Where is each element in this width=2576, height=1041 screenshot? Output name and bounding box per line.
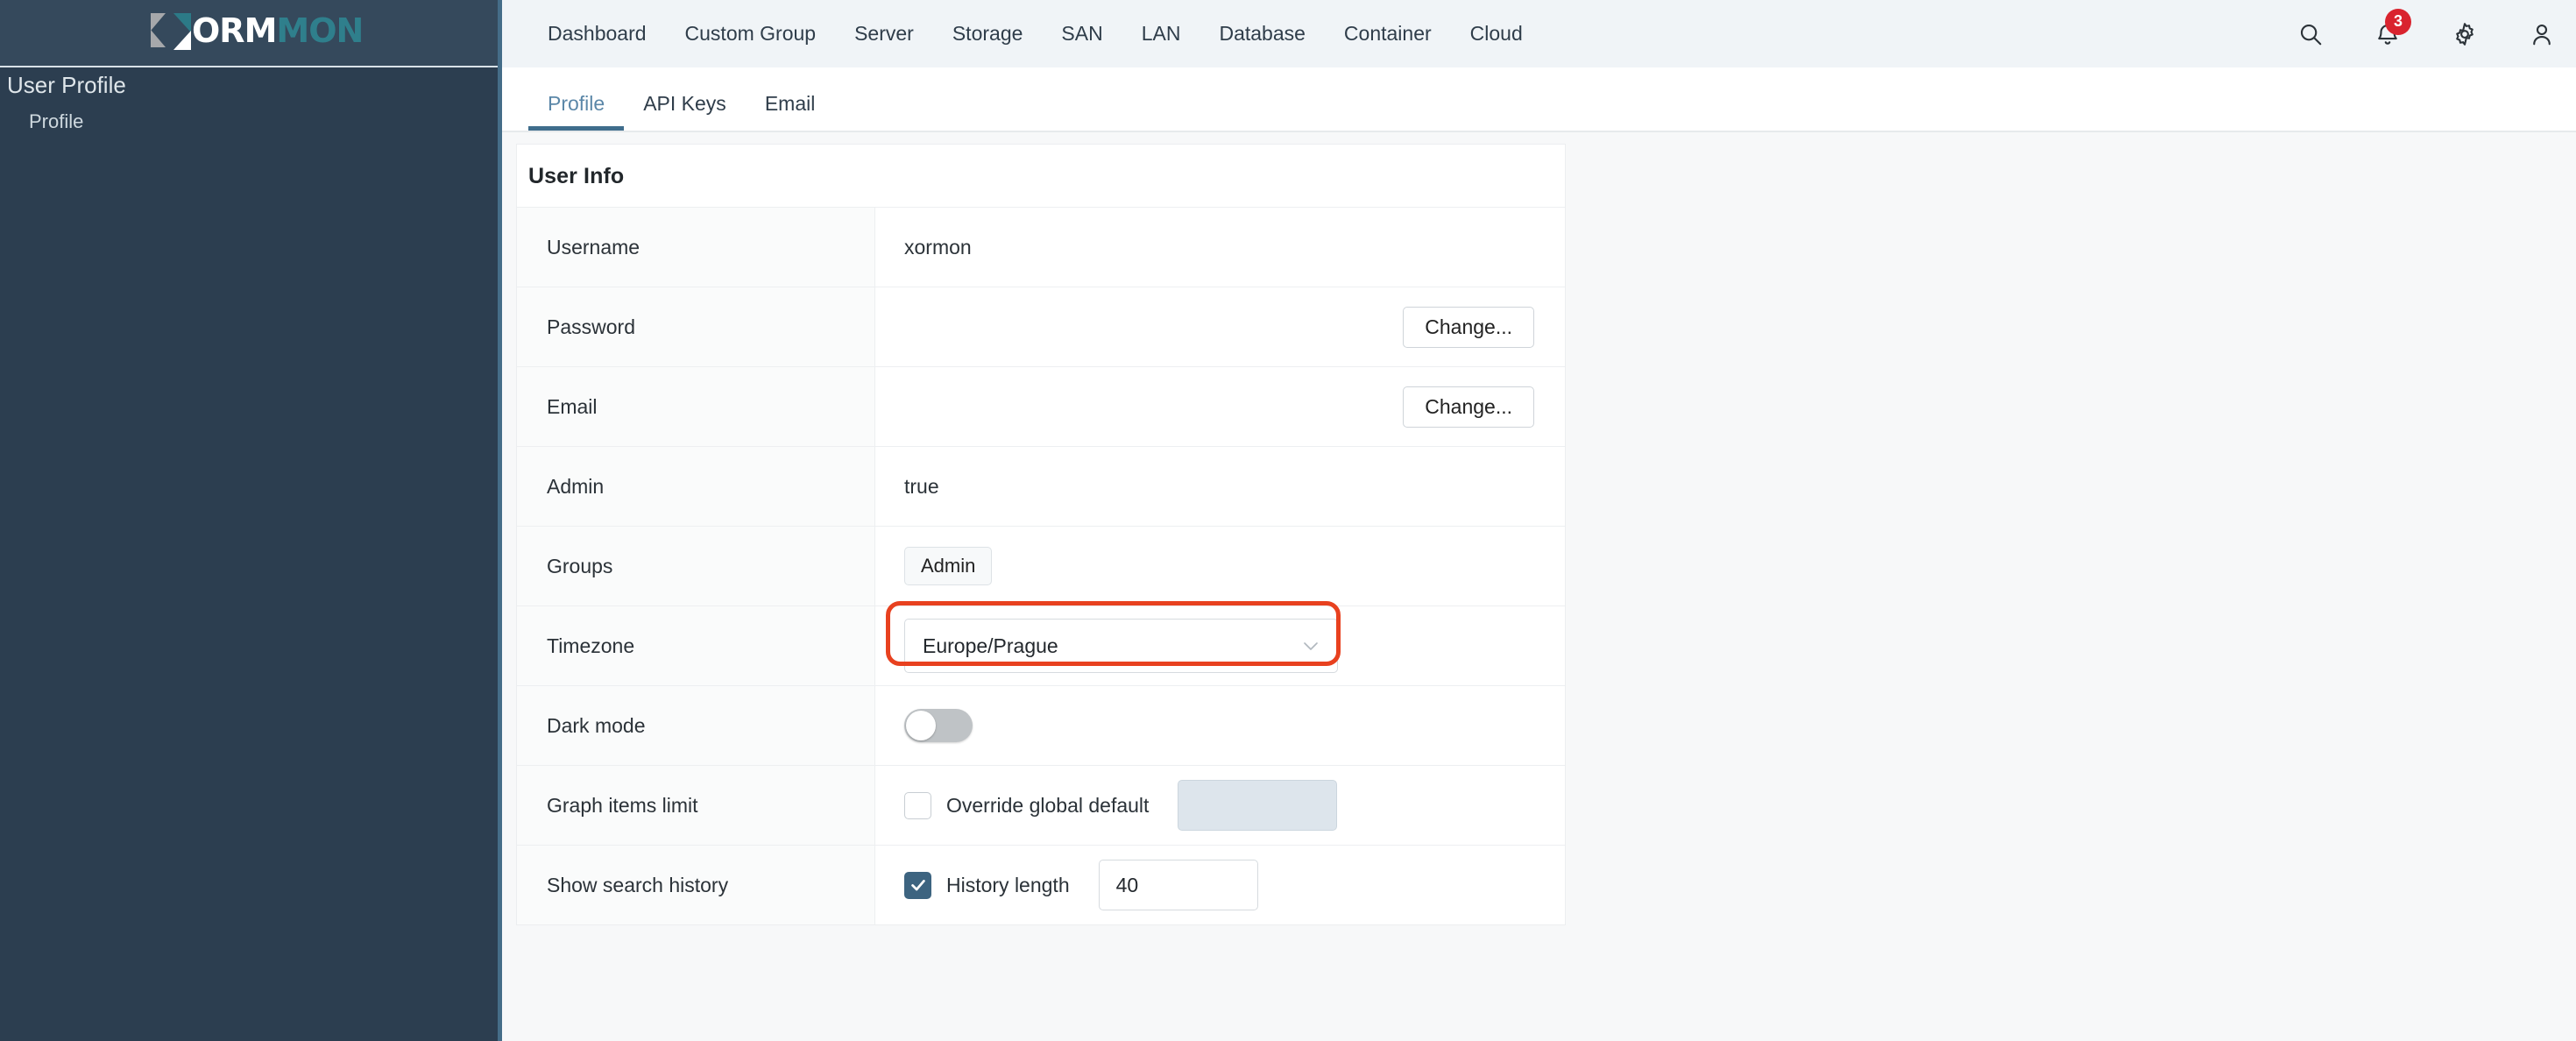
tab-email[interactable]: Email — [746, 94, 835, 131]
dark-mode-toggle[interactable] — [904, 709, 973, 742]
gear-icon[interactable] — [2450, 19, 2480, 49]
sidebar-title: User Profile — [7, 72, 126, 98]
row-label-password: Password — [517, 287, 875, 366]
nav-item-custom-group[interactable]: Custom Group — [666, 0, 836, 67]
xormon-logo[interactable]: ORMMON — [151, 7, 364, 54]
history-length-field: History length 40 — [904, 860, 1258, 910]
logo-text-mon: MON — [276, 11, 364, 50]
row-label-username: Username — [517, 208, 875, 287]
sidebar-nav: Profile — [0, 107, 498, 137]
row-value-show-search-history: History length 40 — [875, 846, 1565, 924]
nav-item-san[interactable]: SAN — [1042, 0, 1122, 67]
bell-icon[interactable]: 3 — [2373, 8, 2411, 49]
row-label-groups: Groups — [517, 527, 875, 605]
history-length-input[interactable]: 40 — [1098, 860, 1258, 910]
search-icon[interactable] — [2296, 19, 2325, 49]
table-row-password: Password Change... — [517, 287, 1565, 366]
logo-x-mark — [151, 11, 191, 51]
sidebar: ORMMON User Profile Profile — [0, 0, 498, 1041]
table-row-dark-mode: Dark mode — [517, 685, 1565, 765]
nav-item-storage[interactable]: Storage — [933, 0, 1043, 67]
timezone-selected-value: Europe/Prague — [923, 634, 1058, 657]
history-length-label: History length — [946, 873, 1070, 896]
row-label-graph-items-limit: Graph items limit — [517, 766, 875, 845]
sidebar-item-label: Profile — [29, 110, 84, 132]
content-area: User Info Username xormon Password Chang… — [502, 132, 2576, 1041]
change-email-button[interactable]: Change... — [1403, 386, 1534, 428]
row-value-password: Change... — [875, 287, 1565, 366]
tab-profile[interactable]: Profile — [528, 94, 625, 131]
tab-api-keys[interactable]: API Keys — [624, 94, 746, 131]
row-value-groups: Admin — [875, 527, 1565, 605]
show-search-history-checkbox[interactable] — [904, 871, 931, 899]
row-value-graph-items-limit: Override global default — [875, 766, 1565, 845]
logo-band: ORMMON — [0, 0, 498, 67]
main-navigation: Dashboard Custom Group Server Storage SA… — [528, 0, 1542, 67]
row-value-timezone: Europe/Prague — [875, 601, 1565, 685]
row-label-admin: Admin — [517, 447, 875, 526]
override-global-default-field: Override global default — [904, 780, 1338, 831]
group-chip-admin[interactable]: Admin — [904, 547, 993, 585]
row-value-email: Change... — [875, 367, 1565, 446]
row-label-show-search-history: Show search history — [517, 846, 875, 924]
row-label-dark-mode: Dark mode — [517, 686, 875, 765]
graph-items-limit-input[interactable] — [1178, 780, 1338, 831]
table-row-graph-items-limit: Graph items limit Override global defaul… — [517, 765, 1565, 845]
row-label-timezone: Timezone — [517, 606, 875, 685]
table-row-admin: Admin true — [517, 446, 1565, 526]
table-row-groups: Groups Admin — [517, 526, 1565, 605]
table-row-show-search-history: Show search history History length 40 — [517, 845, 1565, 924]
nav-item-dashboard[interactable]: Dashboard — [528, 0, 666, 67]
top-header-icons: 3 — [2296, 0, 2557, 67]
row-value-dark-mode — [875, 686, 1565, 765]
sidebar-item-profile[interactable]: Profile — [0, 107, 498, 137]
override-global-default-label: Override global default — [946, 793, 1150, 817]
nav-item-lan[interactable]: LAN — [1122, 0, 1200, 67]
table-row-username: Username xormon — [517, 207, 1565, 287]
notification-badge: 3 — [2385, 8, 2411, 35]
chevron-down-icon — [1300, 635, 1321, 656]
nav-item-container[interactable]: Container — [1325, 0, 1451, 67]
change-password-button[interactable]: Change... — [1403, 306, 1534, 348]
nav-item-server[interactable]: Server — [835, 0, 933, 67]
timezone-select[interactable]: Europe/Prague — [904, 619, 1338, 673]
panel-title: User Info — [528, 164, 625, 188]
tabs-bar: Profile API Keys Email — [502, 67, 2576, 132]
logo-text-orm: ORM — [192, 11, 277, 50]
table-row-timezone: Timezone Europe/Prague — [517, 601, 1565, 685]
tab-list: Profile API Keys Email — [528, 94, 834, 131]
user-info-panel: User Info Username xormon Password Chang… — [516, 144, 1566, 925]
user-icon[interactable] — [2527, 19, 2557, 49]
override-global-default-checkbox[interactable] — [904, 791, 931, 819]
row-value-username: xormon — [875, 208, 1565, 287]
table-row-email: Email Change... — [517, 366, 1565, 446]
toggle-knob — [906, 711, 936, 740]
app-root: ORMMON User Profile Profile Dashboard Cu… — [0, 0, 2576, 1041]
row-value-admin: true — [875, 447, 1565, 526]
nav-item-database[interactable]: Database — [1200, 0, 1324, 67]
row-label-email: Email — [517, 367, 875, 446]
nav-item-cloud[interactable]: Cloud — [1451, 0, 1542, 67]
top-header-bar: Dashboard Custom Group Server Storage SA… — [502, 0, 2576, 67]
